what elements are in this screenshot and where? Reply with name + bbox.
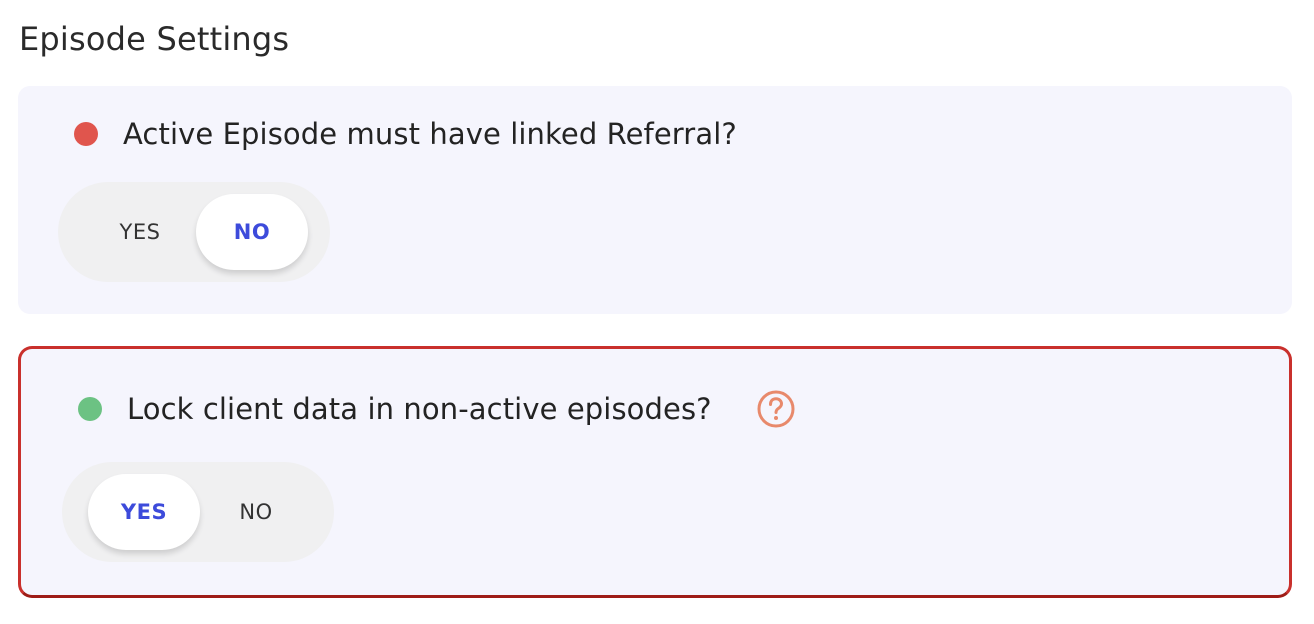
setting-card-linked-referral: Active Episode must have linked Referral… [18,86,1292,314]
toggle-option-yes[interactable]: YES [88,474,200,550]
setting-question-text: Active Episode must have linked Referral… [123,117,737,151]
status-dot-green [78,397,102,421]
episode-settings-page: Episode Settings Active Episode must hav… [0,0,1314,624]
status-dot-red [74,122,98,146]
toggle-option-yes[interactable]: YES [84,194,196,270]
question-circle-icon[interactable] [754,387,798,431]
toggle-option-no[interactable]: NO [200,474,312,550]
setting-question-row: Lock client data in non-active episodes? [78,387,798,431]
yes-no-toggle: YES NO [62,462,334,562]
section-title: Episode Settings [19,20,290,58]
toggle-option-no[interactable]: NO [196,194,308,270]
setting-card-lock-client-data: Lock client data in non-active episodes?… [18,346,1292,598]
setting-question-row: Active Episode must have linked Referral… [74,114,737,154]
yes-no-toggle: YES NO [58,182,330,282]
setting-question-text: Lock client data in non-active episodes? [127,392,712,426]
